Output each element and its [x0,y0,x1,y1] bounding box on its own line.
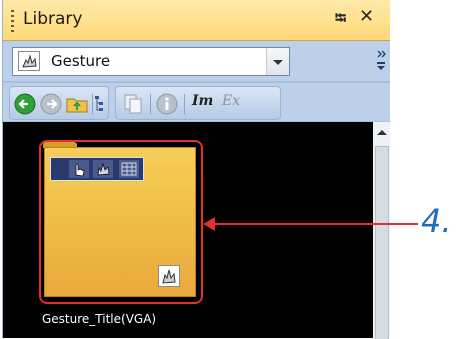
tree-view-icon[interactable] [94,93,108,115]
tap-hand-icon [69,160,89,178]
back-icon[interactable] [14,93,36,115]
library-select[interactable]: Gesture [12,47,290,76]
item-icon-strip [50,157,144,181]
close-icon[interactable]: ✕ [359,6,374,27]
grid-icon [119,160,139,178]
swipe-hand-icon [93,160,113,178]
gesture-hand-icon [18,51,40,71]
annotation-callout: 4. [421,202,452,240]
copy-icon[interactable] [122,93,144,115]
panel-title: Library [23,9,83,29]
vertical-scrollbar[interactable] [373,122,390,339]
gesture-hand-icon [158,265,180,287]
import-button[interactable]: Im [192,93,213,109]
folder-up-icon[interactable] [66,93,88,115]
toolbar-overflow-icon[interactable] [376,49,386,73]
toolbar-separator [150,94,151,114]
drag-grip[interactable] [11,10,14,32]
scrollbar-thumb[interactable] [375,146,389,339]
pin-icon[interactable]: ⭾ [335,8,346,33]
item-label: Gesture_Title(VGA) [42,312,157,326]
toolbar-separator [184,94,185,114]
export-button[interactable]: Ex [222,93,240,109]
chevron-down-icon[interactable] [266,48,289,75]
panel-titlebar[interactable]: Library ⭾ ✕ [3,0,390,41]
forward-icon[interactable] [40,93,62,115]
library-select-row: Gesture [3,41,390,81]
edit-button-group: Im Ex [115,86,281,120]
scroll-up-arrow-icon[interactable] [377,130,387,135]
info-icon[interactable] [156,93,178,115]
library-item-thumbnail[interactable] [44,147,196,297]
toolbar-separator [92,94,93,114]
library-select-value: Gesture [51,52,111,70]
library-toolbar: Im Ex [3,83,390,121]
nav-button-group [9,86,109,120]
annotation-arrow-line [212,223,418,225]
